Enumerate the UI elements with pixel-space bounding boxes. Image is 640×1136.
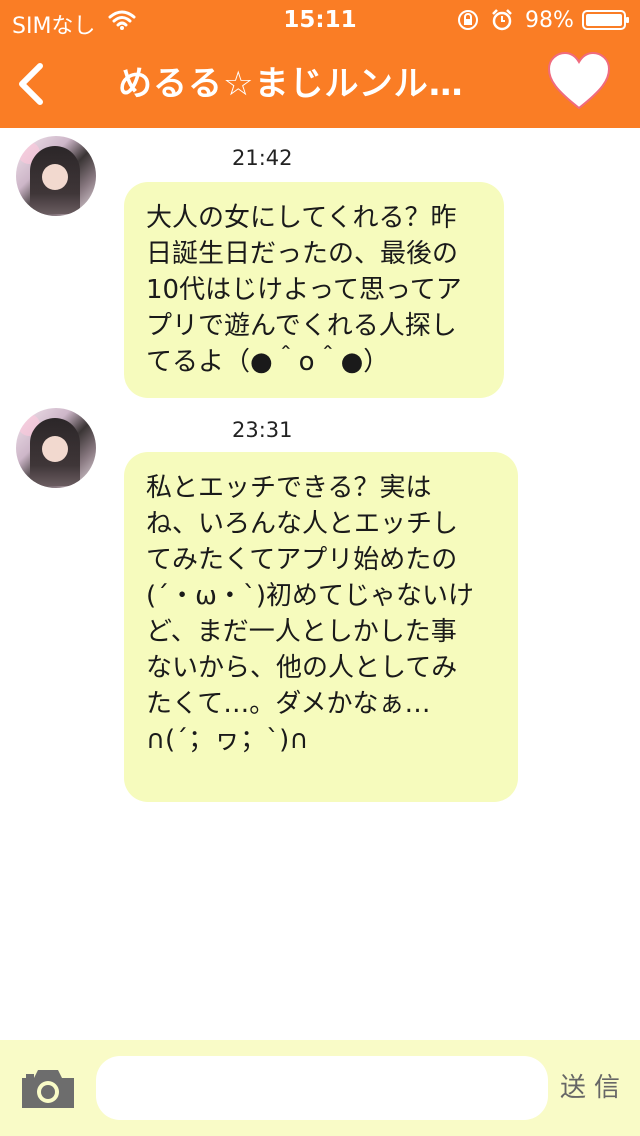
- message-bubble: 大人の女にしてくれる？昨 日誕生日だったの、最後の 10代はじけよって思ってア …: [124, 182, 504, 398]
- message-time: 21:42: [232, 146, 293, 170]
- message-time: 23:31: [232, 418, 293, 442]
- message-list: 21:42 大人の女にしてくれる？昨 日誕生日だったの、最後の 10代はじけよっ…: [0, 128, 640, 1040]
- status-bar: SIMなし 15:11 98%: [0, 0, 640, 40]
- chat-screen: SIMなし 15:11 98% めるる☆まじルンル… 21:42 大人の女にして…: [0, 0, 640, 1136]
- orientation-lock-icon: [458, 10, 478, 30]
- navigation-bar: めるる☆まじルンル…: [0, 40, 640, 128]
- battery-icon: [582, 10, 629, 30]
- avatar[interactable]: [16, 136, 96, 216]
- battery-percent: 98%: [525, 8, 574, 33]
- avatar[interactable]: [16, 408, 96, 488]
- chevron-left-icon[interactable]: [12, 60, 52, 108]
- send-button[interactable]: 送信: [556, 1066, 632, 1110]
- alarm-icon: [492, 9, 512, 31]
- top-bar: SIMなし 15:11 98% めるる☆まじルンル…: [0, 0, 640, 128]
- message-bubble: 私とエッチできる？実は ね、いろんな人とエッチし てみたくてアプリ始めたの (´…: [124, 452, 518, 802]
- chat-title: めるる☆まじルンル…: [118, 64, 464, 104]
- camera-icon[interactable]: [18, 1064, 78, 1112]
- composer-bar: 送信: [0, 1040, 640, 1136]
- message-input[interactable]: [96, 1056, 548, 1120]
- heart-icon[interactable]: [546, 50, 612, 112]
